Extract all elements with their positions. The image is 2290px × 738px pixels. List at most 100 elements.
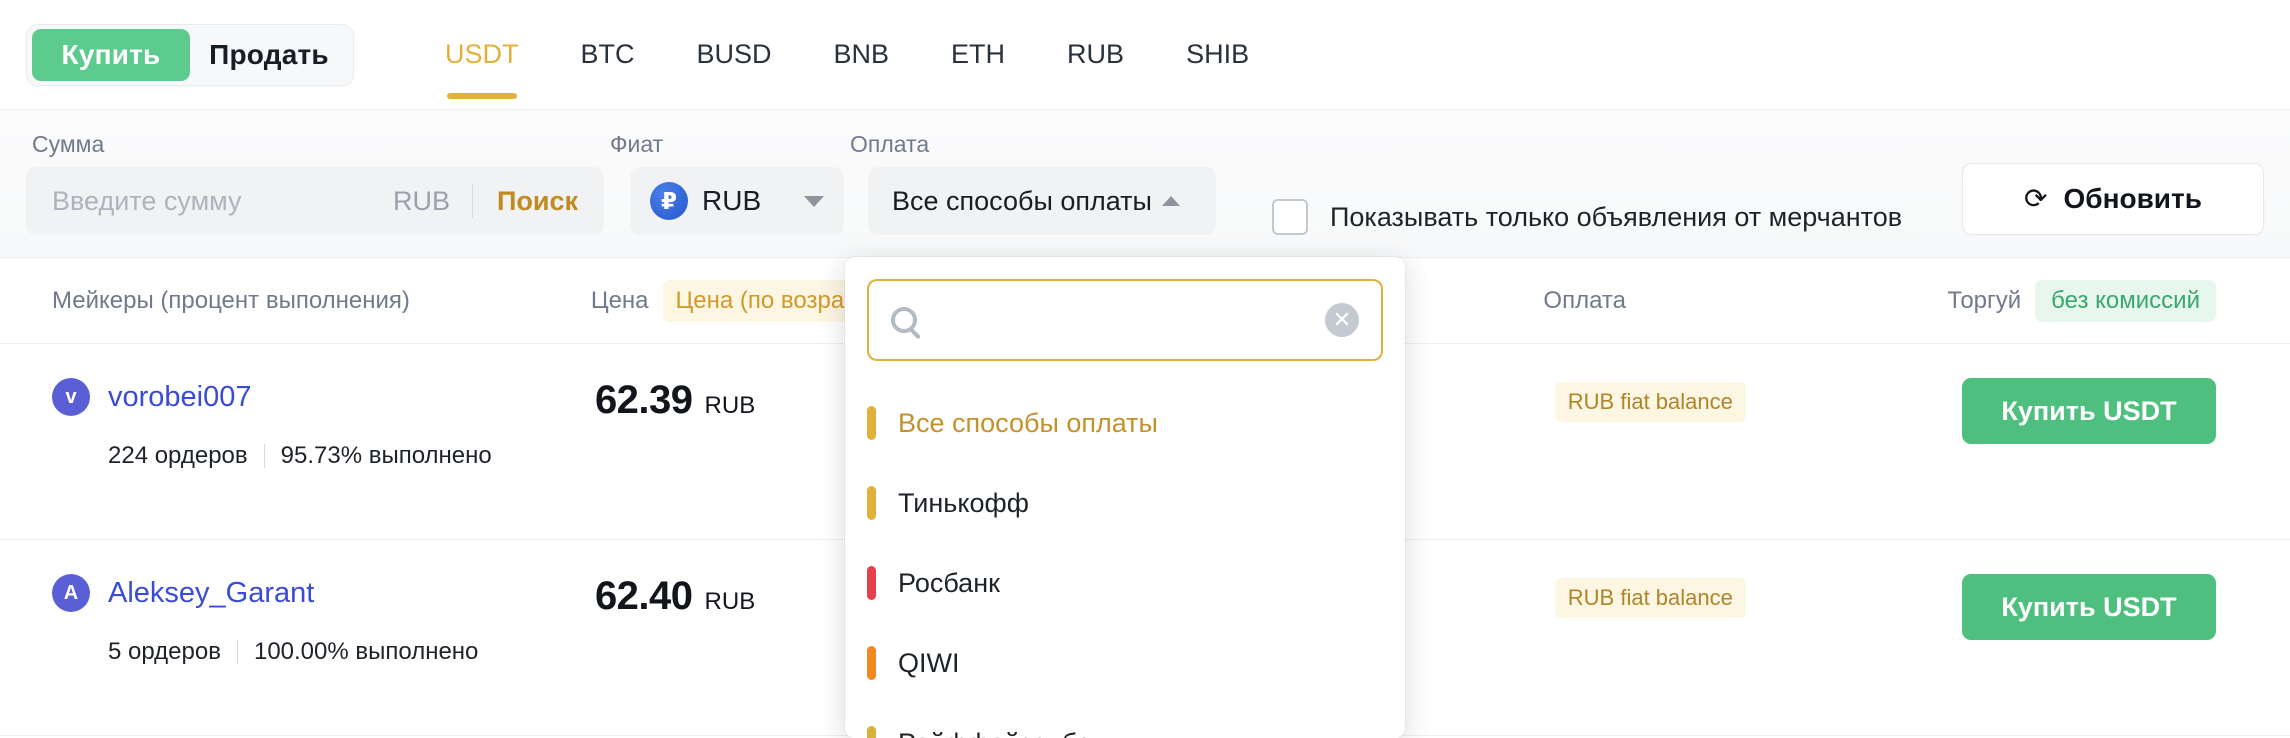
dropdown-item-rosbank[interactable]: Росбанк (845, 543, 1405, 623)
fiat-selected-value: RUB (702, 185, 762, 216)
header-payment: Оплата (1543, 286, 1626, 314)
maker-identity[interactable]: A Aleksey_Garant (52, 574, 595, 612)
dropdown-item-label: Все способы оплаты (898, 407, 1158, 438)
dropdown-item-list: Все способы оплаты Тинькофф Росбанк QIWI… (845, 361, 1405, 738)
buy-usdt-button-label: Купить USDT (2001, 591, 2177, 622)
fiat-label: Фиат (610, 131, 664, 157)
payment-cell: RUB fiat balance (1554, 378, 1962, 422)
avatar: v (52, 378, 90, 416)
coin-tab-eth[interactable]: ETH (920, 0, 1036, 110)
amount-input-wrapper[interactable]: Введите сумму RUB Поиск (26, 167, 604, 235)
coin-tab-label: BUSD (696, 39, 772, 69)
fiat-select[interactable]: ₽ RUB (630, 167, 844, 235)
dropdown-item-all[interactable]: Все способы оплаты (845, 383, 1405, 463)
refresh-icon: ⟳ (2024, 183, 2048, 214)
coin-tab-rub[interactable]: RUB (1036, 0, 1155, 110)
amount-currency-label: RUB (392, 185, 450, 216)
coin-tab-label: BTC (580, 39, 635, 69)
coin-tab-label: RUB (1067, 39, 1125, 69)
header-trade-group: Торгуй без комиссий (1947, 279, 2238, 322)
maker-stats: 5 ордеров 100.00% выполнено (52, 638, 595, 666)
maker-name[interactable]: Aleksey_Garant (108, 577, 314, 610)
coin-tab-list: USDT BTC BUSD BNB ETH RUB SHIB (414, 0, 1280, 110)
merchant-only-checkbox-row[interactable]: Показывать только объявления от мерчанто… (1272, 199, 1902, 235)
dropdown-search-wrapper: ✕ (845, 279, 1405, 361)
sell-tab-label: Продать (209, 38, 329, 70)
payment-method-tag: RUB fiat balance (1554, 382, 1746, 422)
fiat-field-group: Фиат ₽ RUB (604, 131, 844, 235)
buy-tab[interactable]: Купить (32, 28, 190, 81)
maker-cell: v vorobei007 224 ордеров 95.73% выполнен… (52, 378, 595, 470)
trade-cell: Купить USDT (1961, 378, 2238, 444)
header-price: Цена (590, 286, 649, 314)
chevron-down-icon (804, 195, 824, 207)
coin-tab-label: USDT (445, 39, 519, 69)
header-makers: Мейкеры (процент выполнения) (52, 286, 410, 314)
merchant-only-checkbox[interactable] (1272, 199, 1308, 235)
maker-stats: 224 ордеров 95.73% выполнено (52, 442, 595, 470)
dropdown-item-label: Райффайзенбанк (898, 728, 1118, 738)
clear-glyph: ✕ (1332, 307, 1352, 332)
ruble-glyph: ₽ (660, 187, 677, 214)
header-trade: Торгуй (1947, 286, 2022, 314)
payment-cell: RUB fiat balance (1554, 574, 1962, 618)
coin-tab-shib[interactable]: SHIB (1155, 0, 1280, 110)
price-value: 62.39 (594, 378, 693, 422)
maker-name[interactable]: vorobei007 (108, 381, 252, 414)
dropdown-item-tinkoff[interactable]: Тинькофф (845, 463, 1405, 543)
color-bar-icon (867, 646, 876, 680)
maker-cell: A Aleksey_Garant 5 ордеров 100.00% выпол… (52, 574, 595, 666)
coin-tab-btc[interactable]: BTC (550, 0, 666, 110)
payment-method-dropdown: ✕ Все способы оплаты Тинькофф Росбанк QI… (845, 257, 1405, 738)
payment-field-group: Оплата Все способы оплаты (844, 131, 1216, 235)
payment-label: Оплата (850, 131, 930, 157)
top-bar: Купить Продать USDT BTC BUSD BNB ETH RUB… (0, 0, 2290, 110)
coin-tab-bnb[interactable]: BNB (803, 0, 921, 110)
dropdown-search-box[interactable]: ✕ (867, 279, 1383, 361)
maker-orders: 224 ордеров (108, 442, 248, 469)
coin-tab-busd[interactable]: BUSD (666, 0, 803, 110)
refresh-button[interactable]: ⟳ Обновить (1962, 163, 2264, 235)
dropdown-item-qiwi[interactable]: QIWI (845, 623, 1405, 703)
maker-identity[interactable]: v vorobei007 (52, 378, 595, 416)
buy-usdt-button[interactable]: Купить USDT (1961, 378, 2216, 444)
buy-usdt-button-label: Купить USDT (2001, 395, 2177, 426)
dropdown-item-label: QIWI (898, 647, 960, 678)
coin-tab-label: SHIB (1186, 39, 1250, 69)
no-fee-badge: без комиссий (2035, 279, 2216, 322)
sell-tab[interactable]: Продать (190, 29, 348, 81)
buy-usdt-button[interactable]: Купить USDT (1961, 574, 2216, 640)
dropdown-item-label: Росбанк (898, 567, 1000, 598)
avatar-letter: v (65, 385, 77, 408)
payment-select[interactable]: Все способы оплаты (868, 167, 1216, 235)
price-currency: RUB (704, 588, 756, 615)
dropdown-item-raiffeisen[interactable]: Райффайзенбанк (845, 703, 1405, 738)
payment-method-tag: RUB fiat balance (1554, 578, 1746, 618)
payment-selected-value: Все способы оплаты (892, 185, 1152, 216)
divider (263, 444, 265, 468)
amount-input[interactable]: Введите сумму (52, 186, 393, 217)
coin-tab-label: BNB (833, 39, 890, 69)
coin-tab-label: ETH (951, 39, 1006, 69)
amount-label: Сумма (32, 131, 105, 157)
price-sort-badge[interactable]: Цена (по возрас (662, 279, 870, 322)
avatar: A (52, 574, 90, 612)
coin-tab-usdt[interactable]: USDT (414, 0, 550, 110)
search-button[interactable]: Поиск (473, 186, 578, 217)
color-bar-icon (867, 726, 876, 738)
maker-completion: 95.73% выполнено (280, 442, 492, 469)
search-icon (891, 307, 917, 333)
dropdown-item-label: Тинькофф (898, 487, 1029, 518)
chevron-up-icon (1161, 196, 1180, 206)
color-bar-icon (867, 486, 876, 520)
color-bar-icon (867, 566, 876, 600)
filter-bar: Сумма Введите сумму RUB Поиск Фиат ₽ RUB… (0, 110, 2290, 258)
price-value: 62.40 (594, 574, 693, 618)
maker-orders: 5 ордеров (108, 638, 221, 665)
buy-tab-label: Купить (61, 38, 161, 70)
amount-field-group: Сумма Введите сумму RUB Поиск (26, 131, 604, 235)
buy-sell-toggle[interactable]: Купить Продать (26, 23, 354, 86)
trade-cell: Купить USDT (1961, 574, 2238, 640)
clear-icon[interactable]: ✕ (1325, 303, 1359, 337)
avatar-letter: A (63, 581, 79, 604)
